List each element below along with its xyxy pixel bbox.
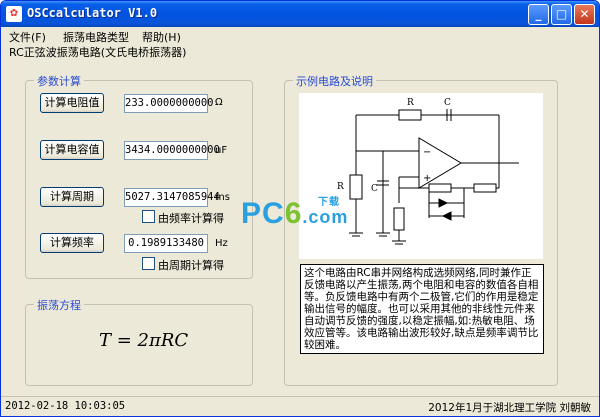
watermark-six: 6 [284, 197, 303, 230]
label-c-top: C [444, 98, 451, 108]
circuit-description[interactable]: 这个电路由RC串并网络构成选频网络,同时兼作正反馈电路以产生振荡,两个电阻和电容… [300, 264, 544, 354]
window-title: OSCcalculator V1.0 [27, 6, 158, 20]
label-c-left: C [371, 184, 378, 194]
resistance-unit: Ω [215, 97, 223, 108]
calc-capacitance-button[interactable]: 计算电容值 [40, 140, 104, 160]
equation-group-title: 振荡方程 [34, 297, 84, 313]
menu-file[interactable]: 文件(F) [9, 29, 46, 45]
menu-help[interactable]: 帮助(H) [142, 29, 181, 45]
calc-resistance-button[interactable]: 计算电阻值 [40, 93, 104, 113]
from-frequency-label: 由频率计算得 [158, 212, 224, 225]
watermark-tag: 下载 [318, 197, 340, 208]
menu-bar: 文件(F) 振荡电路类型 帮助(H) [1, 27, 599, 45]
from-frequency-checkbox[interactable] [142, 210, 155, 223]
title-bar[interactable]: ✿ OSCcalculator V1.0 _ □ ✕ [1, 1, 599, 27]
svg-text:−: − [423, 147, 431, 158]
period-field[interactable]: 5027.3147085944 [124, 188, 220, 207]
app-window: ✿ OSCcalculator V1.0 _ □ ✕ 文件(F) 振荡电路类型 … [0, 0, 600, 417]
app-icon[interactable]: ✿ [6, 6, 22, 22]
example-group-title: 示例电路及说明 [293, 73, 376, 89]
oscillation-formula: T = 2πRC [99, 330, 189, 351]
minimize-button[interactable]: _ [528, 4, 549, 25]
circuit-diagram: R C R C − + [299, 93, 543, 259]
close-button[interactable]: ✕ [574, 4, 595, 25]
status-datetime: 2012-02-18 10:03:05 [5, 400, 126, 412]
circuit-type-label: RC正弦波振荡电路(文氏电桥振荡器) [9, 46, 187, 59]
status-bar: 2012-02-18 10:03:05 2012年1月于湖北理工学院 刘朝敏 [1, 396, 599, 416]
maximize-button[interactable]: □ [551, 4, 572, 25]
resistance-field[interactable]: 233.0000000000 [124, 94, 214, 113]
site-watermark: PC6.com 下载 [241, 197, 348, 231]
watermark-pc: PC [241, 197, 285, 230]
svg-text:+: + [423, 173, 431, 184]
frequency-field[interactable]: 0.1989133480 [124, 234, 208, 253]
watermark-com: .com [302, 207, 349, 227]
calc-period-button[interactable]: 计算周期 [40, 187, 104, 207]
calc-frequency-button[interactable]: 计算频率 [40, 233, 104, 253]
label-r-top: R [407, 98, 414, 108]
capacitance-field[interactable]: 3434.0000000000 [124, 141, 220, 160]
from-period-checkbox[interactable] [142, 257, 155, 270]
period-unit: ms [215, 192, 230, 203]
frequency-unit: Hz [215, 238, 228, 249]
params-group-title: 参数计算 [34, 73, 84, 89]
status-credit: 2012年1月于湖北理工学院 刘朝敏 [428, 402, 591, 414]
circuit-diagram-svg: R C R C − + [337, 98, 519, 245]
from-period-label: 由周期计算得 [158, 259, 224, 272]
menu-oscillator-type[interactable]: 振荡电路类型 [63, 29, 129, 45]
capacitance-unit: uF [215, 145, 228, 156]
label-r-left: R [337, 182, 344, 192]
